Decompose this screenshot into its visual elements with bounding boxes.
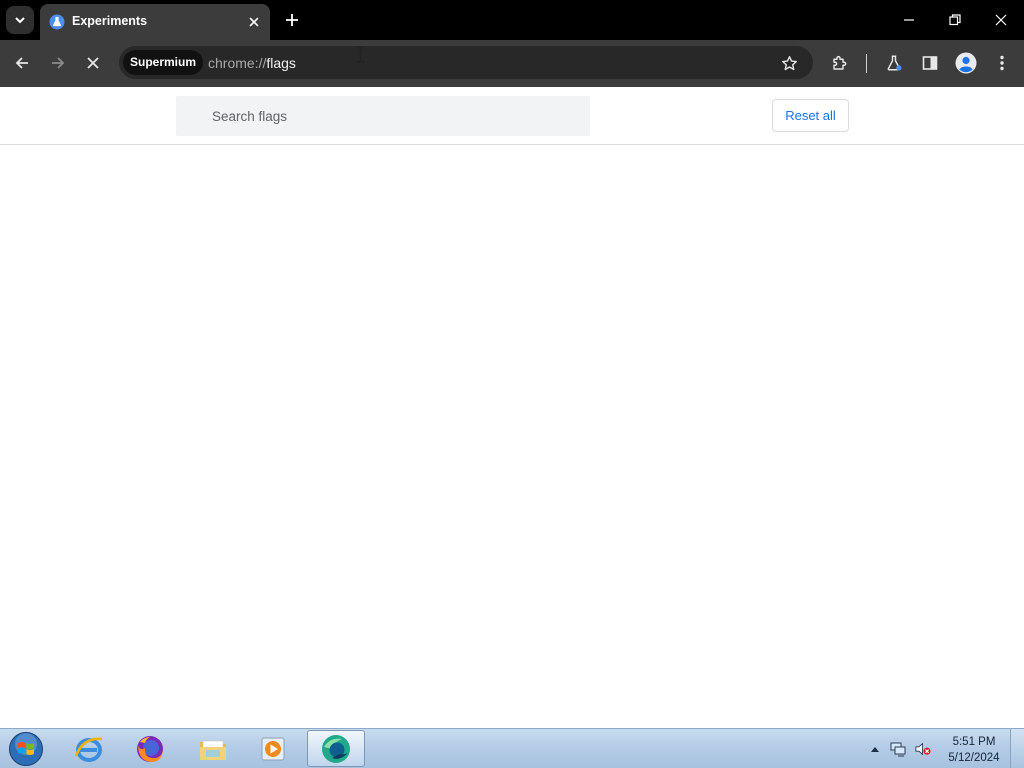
forward-arrow-icon (52, 57, 65, 69)
flags-content (0, 146, 1024, 728)
restore-icon (949, 14, 961, 26)
side-panel-button[interactable] (916, 49, 944, 77)
url-scheme: chrome:// (208, 55, 267, 71)
stop-loading-icon (87, 57, 99, 69)
side-panel-icon (922, 56, 938, 70)
start-button[interactable] (7, 731, 45, 767)
volume-control[interactable] (915, 741, 931, 757)
taskbar-file-explorer[interactable] (184, 730, 242, 767)
windows-taskbar: 5:51 PM 5/12/2024 (0, 728, 1024, 768)
clock-date: 5/12/2024 (948, 752, 1000, 764)
network-icon (890, 742, 906, 757)
back-button[interactable] (8, 49, 36, 77)
menu-button[interactable] (988, 49, 1016, 77)
labs-flask-icon (887, 55, 902, 71)
extensions-button[interactable] (826, 49, 854, 77)
taskbar-firefox[interactable] (121, 730, 179, 767)
stop-loading-button[interactable] (79, 49, 107, 77)
show-desktop-button[interactable] (1010, 729, 1024, 768)
system-clock[interactable]: 5:51 PM 5/12/2024 (940, 734, 1008, 766)
back-arrow-icon (15, 57, 28, 69)
volume-muted-icon (915, 742, 931, 756)
search-container (176, 96, 590, 136)
show-hidden-icons-button[interactable] (867, 741, 883, 757)
extensions-puzzle-icon (833, 55, 847, 70)
media-player-icon (261, 737, 285, 760)
bookmark-star-icon (781, 55, 797, 70)
windows-start-icon (9, 732, 43, 766)
new-tab-button[interactable] (281, 9, 303, 31)
search-flags-input[interactable] (176, 96, 590, 136)
close-icon (995, 14, 1007, 26)
minimize-button[interactable] (894, 5, 924, 35)
url-text[interactable]: chrome://flags (208, 55, 296, 71)
forward-button[interactable] (44, 49, 72, 77)
bookmark-button[interactable] (779, 53, 799, 73)
network-status[interactable] (890, 741, 906, 757)
text-cursor-icon (357, 47, 364, 63)
tab-close-button[interactable] (245, 13, 263, 31)
taskbar-supermium[interactable] (307, 730, 365, 767)
close-icon (249, 17, 259, 27)
show-hidden-icons-arrow (871, 747, 879, 752)
flags-header: Reset all (0, 87, 1024, 145)
browser-toolbar: Supermium chrome://flags (0, 40, 1024, 87)
experiments-flask-icon (49, 14, 65, 30)
supermium-browser-icon (322, 734, 350, 763)
internet-explorer-icon (74, 737, 103, 762)
tab-experiments[interactable]: Experiments (40, 4, 270, 40)
minimize-icon (904, 19, 914, 21)
browser-name-chip[interactable]: Supermium (123, 50, 204, 75)
clock-time: 5:51 PM (952, 736, 996, 748)
address-bar[interactable]: Supermium chrome://flags (119, 46, 813, 79)
url-path: flags (266, 55, 296, 71)
profile-avatar-icon (955, 52, 977, 74)
taskbar-media-player[interactable] (244, 730, 302, 767)
profile-button[interactable] (952, 49, 980, 77)
restore-button[interactable] (940, 5, 970, 35)
reset-all-button[interactable]: Reset all (772, 99, 849, 132)
toolbar-separator (866, 54, 867, 73)
labs-button[interactable] (880, 49, 908, 77)
chevron-down-icon (15, 17, 25, 24)
menu-kebab-icon (1000, 55, 1004, 71)
tab-strip: Experiments (0, 0, 1024, 40)
tab-search-button[interactable] (6, 6, 34, 34)
close-window-button[interactable] (986, 5, 1016, 35)
taskbar-internet-explorer[interactable] (60, 730, 118, 767)
firefox-icon (137, 735, 163, 762)
tab-title: Experiments (72, 14, 148, 28)
file-explorer-icon (200, 740, 226, 760)
plus-icon (286, 14, 298, 26)
